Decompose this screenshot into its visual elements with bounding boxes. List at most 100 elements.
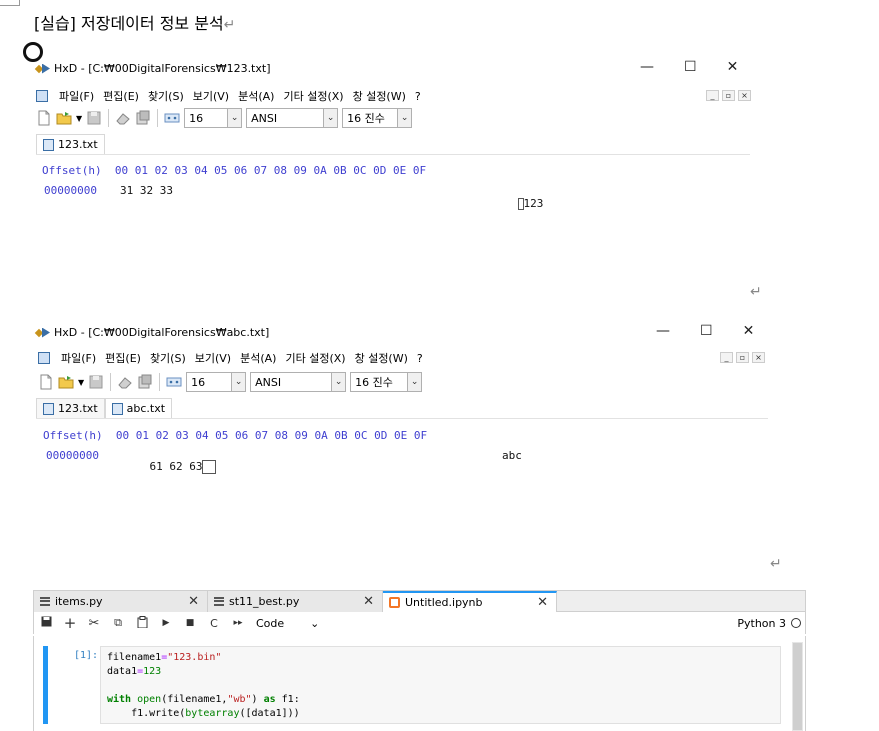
tab-st11-best-py[interactable]: st11_best.py ✕ bbox=[208, 591, 383, 612]
cell-type-select[interactable]: Code ⌄ bbox=[250, 617, 319, 630]
menu-help[interactable]: ? bbox=[415, 90, 421, 103]
paste-icon[interactable] bbox=[130, 615, 154, 631]
charset-select[interactable]: ANSI ⌄ bbox=[250, 372, 347, 392]
add-cell-button[interactable]: + bbox=[58, 614, 82, 632]
hxd-window-title: HxD - [C:₩00DigitalForensics₩123.txt] bbox=[54, 62, 271, 75]
kernel-idle-icon bbox=[791, 618, 801, 628]
hxd-title-bar: HxD - [C:₩00DigitalForensics₩123.txt] bbox=[36, 62, 271, 75]
menu-file[interactable]: 파일(F) bbox=[59, 88, 94, 104]
mdi-restore-button[interactable]: ▫ bbox=[722, 90, 735, 101]
mdi-close-button[interactable]: × bbox=[752, 352, 765, 363]
vertical-scrollbar[interactable] bbox=[792, 642, 803, 731]
file-icon bbox=[43, 402, 54, 415]
hex-row-bytes[interactable]: 31 32 33 bbox=[120, 184, 173, 197]
file-tab-label: 123.txt bbox=[58, 138, 98, 151]
mdi-restore-button[interactable]: ▫ bbox=[736, 352, 749, 363]
kernel-status[interactable]: Python 3 bbox=[737, 617, 805, 630]
minimize-button[interactable]: — bbox=[640, 59, 654, 75]
hex-caret bbox=[202, 460, 217, 474]
menu-analysis[interactable]: 분석(A) bbox=[240, 350, 276, 366]
text-column[interactable]: abc bbox=[502, 449, 522, 462]
run-all-button[interactable]: ▸▸ bbox=[226, 618, 250, 628]
menu-help[interactable]: ? bbox=[417, 352, 423, 365]
hxd-logo-icon bbox=[36, 64, 50, 74]
tab-items-py[interactable]: items.py ✕ bbox=[34, 591, 208, 612]
maximize-button[interactable]: ☐ bbox=[684, 59, 697, 75]
open-folder-icon[interactable] bbox=[56, 110, 72, 126]
chevron-down-icon[interactable]: ⌄ bbox=[407, 373, 422, 391]
hxd-app-menu-icon[interactable] bbox=[36, 90, 48, 102]
chevron-down-icon[interactable]: ⌄ bbox=[331, 373, 346, 391]
file-tab-label: 123.txt bbox=[58, 402, 98, 415]
properties-icon[interactable] bbox=[135, 110, 151, 126]
mdi-minimize-button[interactable]: _ bbox=[706, 90, 719, 101]
menu-extras[interactable]: 기타 설정(X) bbox=[283, 88, 343, 104]
close-button[interactable]: ✕ bbox=[727, 59, 739, 75]
menu-edit[interactable]: 편집(E) bbox=[103, 88, 139, 104]
menu-extras[interactable]: 기타 설정(X) bbox=[285, 350, 345, 366]
stop-button[interactable]: ■ bbox=[178, 618, 202, 628]
menu-search[interactable]: 찾기(S) bbox=[148, 88, 184, 104]
charset-select[interactable]: ANSI ⌄ bbox=[246, 108, 339, 128]
menu-window[interactable]: 창 설정(W) bbox=[355, 350, 408, 366]
new-file-icon[interactable] bbox=[36, 110, 52, 126]
close-button[interactable]: ✕ bbox=[743, 323, 755, 339]
bytes-per-row-select[interactable]: 16 ⌄ bbox=[186, 372, 247, 392]
menu-analysis[interactable]: 분석(A) bbox=[238, 88, 274, 104]
page-corner-mark bbox=[0, 0, 20, 6]
erase-icon[interactable] bbox=[115, 110, 131, 126]
bytes-per-row-value: 16 bbox=[189, 111, 204, 125]
chevron-down-icon[interactable]: ⌄ bbox=[231, 373, 246, 391]
tab-untitled-ipynb[interactable]: Untitled.ipynb ✕ bbox=[383, 591, 557, 612]
restart-kernel-button[interactable]: C bbox=[202, 617, 226, 630]
save-icon[interactable] bbox=[86, 110, 102, 126]
run-button[interactable]: ▶ bbox=[154, 618, 178, 628]
save-icon[interactable] bbox=[88, 374, 104, 390]
mdi-minimize-button[interactable]: _ bbox=[720, 352, 733, 363]
chevron-down-icon[interactable]: ⌄ bbox=[310, 617, 319, 630]
file-tab-123[interactable]: 123.txt bbox=[36, 398, 105, 418]
chevron-down-icon[interactable]: ⌄ bbox=[397, 109, 412, 127]
chevron-down-icon[interactable]: ⌄ bbox=[227, 109, 242, 127]
open-folder-icon[interactable] bbox=[58, 374, 74, 390]
close-icon[interactable]: ✕ bbox=[363, 594, 374, 609]
menu-view[interactable]: 보기(V) bbox=[193, 88, 229, 104]
erase-icon[interactable] bbox=[117, 374, 133, 390]
offset-base-select[interactable]: 16 진수 ⌄ bbox=[342, 108, 413, 128]
menu-search[interactable]: 찾기(S) bbox=[150, 350, 186, 366]
cut-icon[interactable]: ✂ bbox=[82, 616, 106, 631]
columns-icon[interactable] bbox=[166, 374, 182, 390]
hex-row-bytes[interactable]: 61 62 63 bbox=[123, 447, 217, 487]
menu-file[interactable]: 파일(F) bbox=[61, 350, 96, 366]
hxd-app-menu-icon[interactable] bbox=[38, 352, 50, 364]
menu-edit[interactable]: 편집(E) bbox=[105, 350, 141, 366]
chevron-down-icon[interactable]: ⌄ bbox=[323, 109, 338, 127]
text-column[interactable]: 123 bbox=[491, 184, 543, 223]
open-dropdown-icon[interactable]: ▼ bbox=[78, 378, 84, 387]
hxd-file-tabs: 123.txt abc.txt bbox=[36, 398, 173, 418]
maximize-button[interactable]: ☐ bbox=[700, 323, 713, 339]
file-tab-abc[interactable]: abc.txt bbox=[104, 398, 173, 418]
file-icon bbox=[111, 402, 123, 415]
code-cell-input[interactable]: filename1="123.bin" data1=123 with open(… bbox=[100, 646, 781, 724]
active-cell-bar[interactable] bbox=[43, 646, 48, 724]
columns-icon[interactable] bbox=[164, 110, 180, 126]
copy-icon[interactable]: ⧉ bbox=[106, 616, 130, 630]
close-icon[interactable]: ✕ bbox=[537, 595, 548, 610]
open-dropdown-icon[interactable]: ▼ bbox=[76, 114, 82, 123]
file-tab-123[interactable]: 123.txt bbox=[36, 134, 105, 154]
menu-window[interactable]: 창 설정(W) bbox=[353, 88, 406, 104]
code-token: "123.bin" bbox=[167, 652, 222, 663]
scrollbar-thumb[interactable] bbox=[793, 643, 802, 730]
bytes-per-row-select[interactable]: 16 ⌄ bbox=[184, 108, 243, 128]
text-row-value: 123 bbox=[523, 197, 544, 210]
menu-view[interactable]: 보기(V) bbox=[195, 350, 231, 366]
minimize-button[interactable]: — bbox=[656, 323, 670, 339]
close-icon[interactable]: ✕ bbox=[188, 594, 199, 609]
offset-base-select[interactable]: 16 진수 ⌄ bbox=[350, 372, 423, 392]
save-icon[interactable] bbox=[34, 616, 58, 630]
hxd-window-123: HxD - [C:₩00DigitalForensics₩123.txt] — … bbox=[36, 58, 752, 210]
mdi-close-button[interactable]: × bbox=[738, 90, 751, 101]
properties-icon[interactable] bbox=[137, 374, 153, 390]
new-file-icon[interactable] bbox=[38, 374, 54, 390]
